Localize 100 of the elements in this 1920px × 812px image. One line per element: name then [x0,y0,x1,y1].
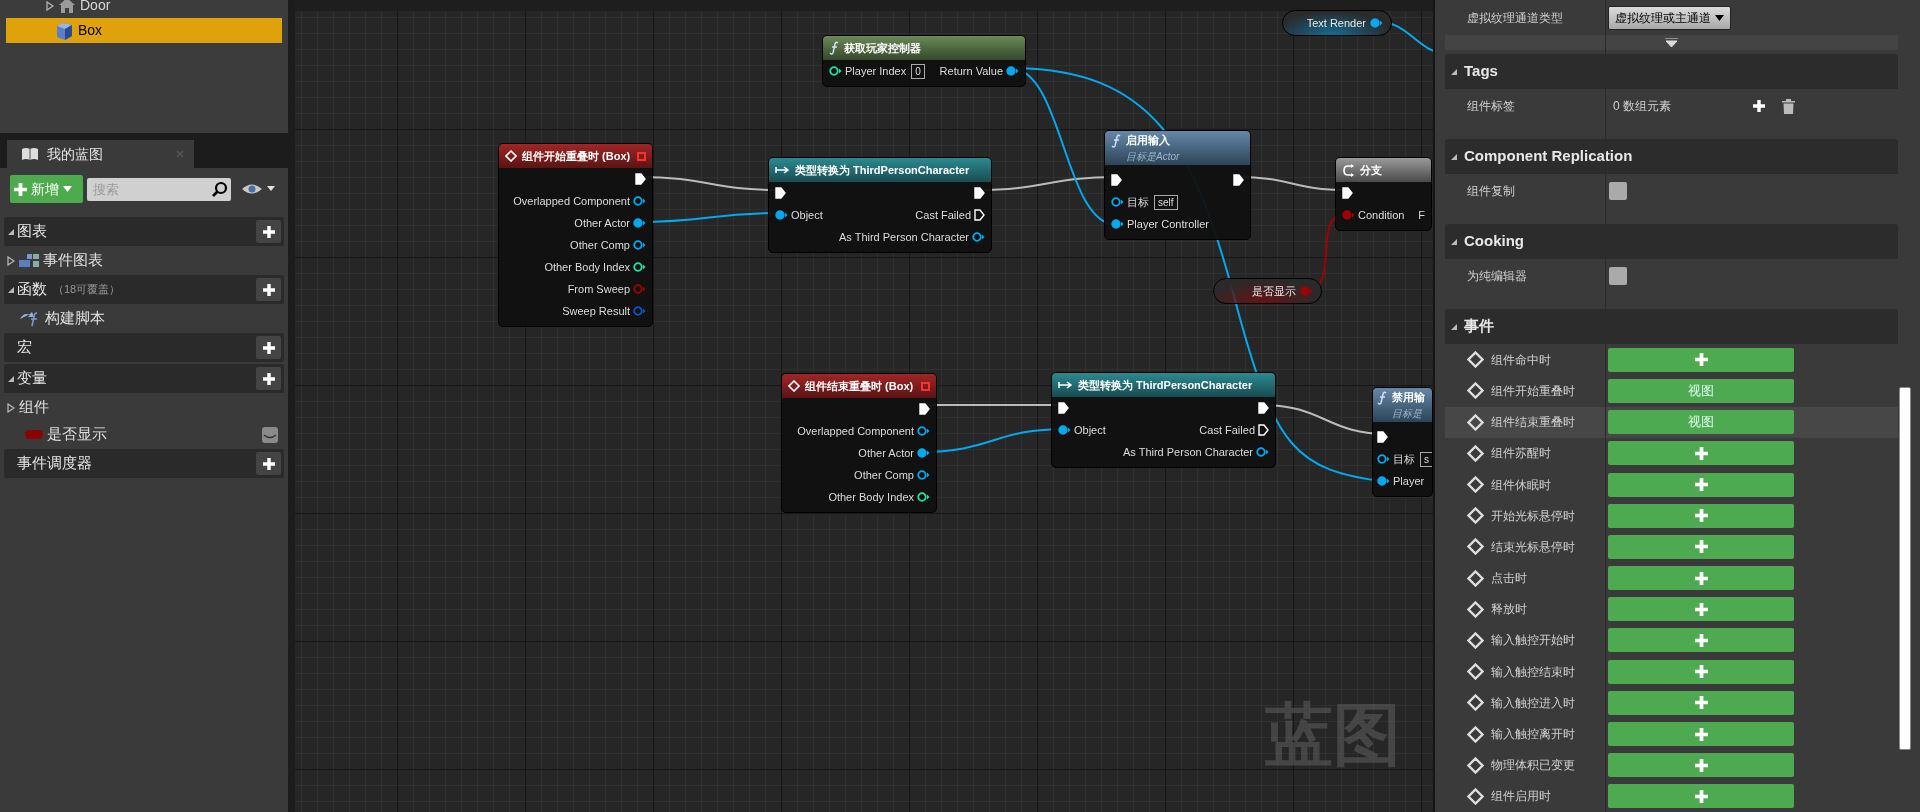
plus-icon [1694,446,1708,460]
add-event-button[interactable] [1608,659,1794,684]
outliner-item[interactable]: Box [6,18,282,43]
data-pin-icon[interactable] [1111,219,1124,229]
add-button[interactable] [256,220,281,243]
variable-node[interactable]: 是否显示 [1213,278,1322,304]
blueprint-item[interactable]: 是否显示 [4,421,284,448]
data-pin-icon[interactable] [917,426,930,436]
add-element-button[interactable] [1751,98,1767,115]
outliner-label: Box [78,21,103,40]
data-pin-icon[interactable] [1370,18,1383,28]
checkbox[interactable] [1609,267,1627,286]
add-button[interactable] [256,278,281,301]
exec-pin-icon[interactable] [1111,174,1122,186]
exec-pin-icon[interactable] [1258,402,1269,414]
category-header[interactable]: 变量 [4,364,284,393]
data-pin-icon[interactable] [633,218,646,228]
data-pin-icon[interactable] [1377,454,1390,464]
delegate-pin-icon[interactable] [921,381,930,391]
section-header[interactable]: Component Replication [1445,139,1898,175]
variable-node[interactable]: Text Render [1282,10,1392,36]
add-event-button[interactable] [1608,597,1794,622]
data-pin-icon[interactable] [917,470,930,480]
blueprint-item[interactable]: 组件 [4,394,284,421]
eye-closed-icon[interactable] [262,426,278,443]
branch-node[interactable]: 分支 Condition F [1335,157,1432,231]
function-node[interactable]: 禁用输 目标是 目标 s Player [1372,387,1433,497]
exec-pin-icon[interactable] [775,187,786,199]
add-event-button[interactable] [1608,441,1794,466]
exec-pin-icon[interactable] [1058,402,1069,414]
collapsed-arrow-icon[interactable] [7,402,15,413]
add-event-button[interactable] [1608,534,1794,559]
data-pin-icon[interactable] [1256,447,1269,457]
data-pin-icon[interactable] [917,448,930,458]
section-header[interactable]: Cooking [1445,224,1898,260]
data-pin-icon[interactable] [972,232,985,242]
expanded-arrow-icon[interactable] [1450,237,1458,246]
data-pin-icon[interactable] [775,210,788,220]
data-pin-icon[interactable] [633,262,646,272]
function-node[interactable]: 启用输入 目标是Actor 目标 self Player Controller [1104,130,1251,240]
cast-node[interactable]: 类型转换为 ThirdPersonCharacter Object Cast Failed As Third Person Character [768,157,992,253]
data-pin-icon[interactable] [829,66,842,76]
add-event-button[interactable] [1608,690,1794,715]
data-pin-icon[interactable] [633,196,646,206]
collapsed-arrow-icon[interactable] [7,255,15,266]
category-header[interactable]: 图表 [4,217,284,246]
panel-tab[interactable]: 我的蓝图 [7,140,194,168]
expanded-arrow-icon[interactable] [1450,322,1458,331]
data-pin-icon[interactable] [917,492,930,502]
data-pin-icon[interactable] [633,240,646,250]
pin-value-field[interactable]: 0 [911,63,925,79]
delete-button[interactable] [1781,98,1795,115]
section-header[interactable]: 事件 [1445,309,1898,345]
scrollbar[interactable] [1899,387,1911,750]
function-node[interactable]: 获取玩家控制器 Player Index 0 Return Value [822,35,1026,87]
expanded-arrow-icon[interactable] [7,285,15,294]
add-event-button[interactable] [1608,784,1794,809]
expanded-arrow-icon[interactable] [1450,152,1458,161]
exec-pin-icon[interactable] [919,403,930,415]
data-pin-icon[interactable] [1058,425,1071,435]
event-node[interactable]: 组件开始重叠时 (Box) Overlapped Component Other Actor Other Comp Other Body Index From Sweep Sweep Result [498,143,653,327]
add-event-button[interactable] [1608,472,1794,497]
category-header[interactable]: 宏 [4,333,284,362]
exec-pin-icon[interactable] [1233,174,1244,186]
category-header[interactable]: 事件调度器 [4,449,284,478]
pin-value-field[interactable]: self [1154,194,1178,210]
exec-pin-icon[interactable] [635,173,646,185]
add-event-button[interactable] [1608,722,1794,747]
add-event-button[interactable] [1608,566,1794,591]
exec-pin-icon[interactable] [974,209,985,221]
event-node[interactable]: 组件结束重叠时 (Box) Overlapped Component Other Actor Other Comp Other Body Index [781,373,937,513]
dropdown[interactable]: 虚拟纹理或主通道 [1608,5,1731,30]
category-header[interactable]: 函数 （18可覆盖） [4,275,284,304]
expanded-arrow-icon[interactable] [7,374,15,383]
blueprint-item[interactable]: 事件图表 [4,247,284,274]
exec-pin-icon[interactable] [1342,187,1353,199]
cast-node[interactable]: 类型转换为 ThirdPersonCharacter Object Cast Failed As Third Person Character [1051,372,1276,468]
collapsed-arrow-icon[interactable] [46,0,54,11]
expanded-arrow-icon[interactable] [1450,67,1458,76]
delegate-pin-icon[interactable] [637,151,646,161]
exec-pin-icon[interactable] [1377,431,1388,443]
blueprint-item[interactable]: 构建脚本 [4,305,284,332]
section-header[interactable]: Tags [1445,54,1898,90]
outliner-item[interactable]: Door [6,0,282,18]
add-event-button[interactable] [1608,753,1794,778]
add-button[interactable] [256,452,281,475]
section-title: Tags [1464,61,1498,82]
add-button[interactable] [256,367,281,390]
add-event-button[interactable] [1608,347,1794,372]
data-pin-icon[interactable] [1111,197,1124,207]
checkbox[interactable] [1609,182,1627,201]
exec-pin-icon[interactable] [974,187,985,199]
add-event-button[interactable] [1608,503,1794,528]
exec-pin-icon[interactable] [1258,424,1269,436]
expanded-arrow-icon[interactable] [7,227,15,236]
add-event-button[interactable] [1608,628,1794,653]
data-pin-icon[interactable] [1377,476,1390,486]
node-title: 类型转换为 ThirdPersonCharacter [1078,377,1253,393]
data-pin-icon[interactable] [1006,66,1019,76]
add-button[interactable] [256,336,281,359]
